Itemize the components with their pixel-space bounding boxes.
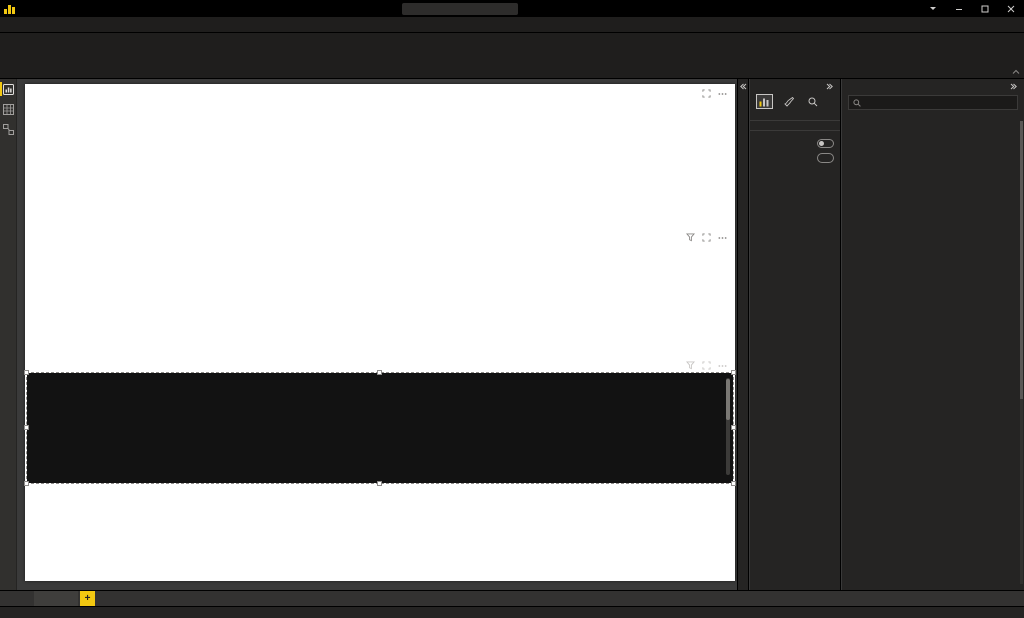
titlebar — [0, 0, 1024, 17]
fields-search-box[interactable] — [848, 95, 1018, 110]
filter-icon[interactable] — [685, 232, 696, 243]
cross-report-toggle[interactable] — [817, 139, 834, 148]
view-rail — [0, 79, 17, 590]
report-canvas — [25, 84, 735, 581]
visual-data-table[interactable] — [27, 373, 733, 483]
build-visual-tab[interactable] — [756, 94, 773, 109]
fields-scrollbar[interactable] — [1020, 121, 1023, 584]
search-box[interactable] — [402, 3, 518, 15]
analytics-tab[interactable] — [804, 94, 821, 109]
focus-mode-icon[interactable] — [701, 360, 712, 371]
fields-pane — [842, 79, 1024, 590]
report-view-button[interactable] — [0, 79, 17, 99]
resize-handle-ne[interactable] — [731, 370, 736, 375]
table-scrollbar[interactable] — [726, 378, 730, 475]
resize-handle-se[interactable] — [731, 481, 736, 486]
menu-bar — [0, 17, 1024, 33]
maximize-button[interactable] — [972, 0, 998, 17]
format-visual-tab[interactable] — [780, 94, 797, 109]
sign-in-button[interactable] — [927, 7, 936, 10]
status-bar — [0, 606, 1024, 618]
add-page-button[interactable]: + — [80, 591, 95, 606]
keep-all-filters-toggle[interactable] — [817, 153, 834, 163]
resize-handle-e[interactable] — [731, 425, 736, 430]
search-input[interactable] — [410, 4, 520, 13]
close-button[interactable] — [998, 0, 1024, 17]
more-options-icon[interactable] — [717, 232, 728, 243]
collapse-fields-icon[interactable] — [1010, 83, 1018, 90]
visualizations-pane — [750, 79, 841, 590]
chevron-down-icon — [930, 7, 936, 10]
cross-report-row — [750, 136, 840, 150]
resize-handle-nw[interactable] — [24, 370, 29, 375]
more-options-icon[interactable] — [717, 88, 728, 99]
drill-through-hint — [750, 165, 840, 171]
keep-all-filters-row — [750, 150, 840, 165]
expand-filters-icon[interactable] — [739, 83, 747, 90]
focus-mode-icon[interactable] — [701, 232, 712, 243]
resize-handle-w[interactable] — [24, 425, 29, 430]
collapse-visualizations-icon[interactable] — [826, 83, 834, 90]
model-view-button[interactable] — [0, 119, 17, 139]
page-tab-bar: + — [0, 590, 1024, 606]
ribbon — [0, 33, 1024, 79]
filters-pane-collapsed[interactable] — [737, 79, 749, 590]
focus-mode-icon[interactable] — [701, 88, 712, 99]
powerbi-app-icon — [4, 3, 15, 14]
page-tab-page1[interactable] — [34, 591, 78, 606]
search-icon — [853, 99, 861, 107]
fields-tree — [842, 112, 1024, 583]
more-options-icon[interactable] — [717, 360, 728, 371]
resize-handle-n[interactable] — [377, 370, 382, 375]
temp-line-chart — [29, 112, 729, 226]
powerbi-desktop-window: + — [0, 0, 1024, 618]
filter-icon[interactable] — [685, 360, 696, 371]
resize-handle-sw[interactable] — [24, 481, 29, 486]
rain-bar-chart — [29, 244, 729, 368]
data-view-button[interactable] — [0, 99, 17, 119]
minimize-button[interactable] — [946, 0, 972, 17]
report-view-icon — [3, 84, 14, 95]
data-view-icon — [3, 104, 14, 115]
workspace — [0, 79, 1024, 590]
visualizations-tabs — [750, 92, 840, 112]
model-view-icon — [3, 124, 14, 135]
resize-handle-s[interactable] — [377, 481, 382, 486]
visual-rain[interactable] — [27, 230, 733, 370]
table-container — [27, 373, 733, 483]
fields-search-input[interactable] — [864, 97, 1013, 108]
visual-gallery — [750, 112, 840, 116]
collapse-ribbon-icon[interactable] — [1012, 69, 1020, 75]
columns-well-label — [750, 121, 840, 126]
visual-max-min-temp[interactable] — [27, 86, 733, 228]
